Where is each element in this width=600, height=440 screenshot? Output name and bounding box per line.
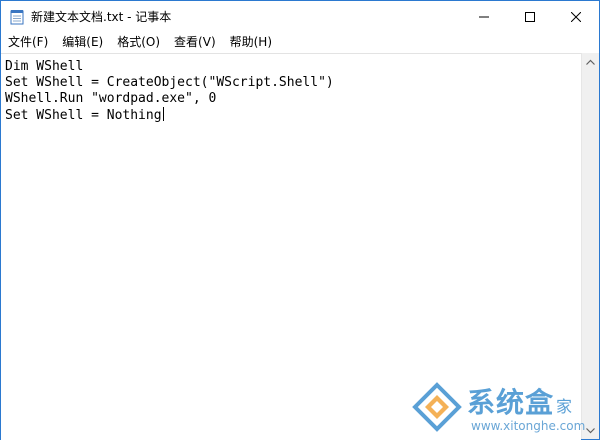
text-line: WShell.Run "wordpad.exe", 0 — [5, 91, 217, 106]
watermark-url: www.xitonghe.com — [471, 419, 586, 433]
notepad-window: 新建文本文档.txt - 记事本 文件(F) 编辑(E) 格式(O) 查看(V)… — [0, 0, 600, 440]
menu-help[interactable]: 帮助(H) — [223, 32, 279, 52]
watermark-suffix: 家 — [556, 397, 573, 416]
window-title: 新建文本文档.txt - 记事本 — [31, 10, 172, 24]
watermark-text-group: 系统盒 家 — [467, 381, 572, 421]
chevron-up-icon — [586, 59, 595, 65]
maximize-button[interactable] — [507, 1, 553, 32]
minimize-button[interactable] — [461, 1, 507, 32]
watermark-logo-icon — [412, 382, 462, 432]
text-line: Dim WShell — [5, 59, 84, 74]
minimize-icon — [479, 16, 489, 17]
title-bar[interactable]: 新建文本文档.txt - 记事本 — [1, 1, 599, 32]
watermark: 系统盒 家 www.xitonghe.com — [409, 377, 597, 437]
text-line-last: Set WShell = Nothing — [5, 107, 334, 123]
watermark-title: 系统盒 — [467, 386, 555, 419]
text-caret — [162, 107, 164, 121]
menu-view[interactable]: 查看(V) — [167, 32, 223, 52]
text-line: Set WShell = CreateObject("WScript.Shell… — [5, 75, 334, 90]
text-line: Set WShell = Nothing — [5, 108, 162, 123]
close-icon — [571, 11, 581, 22]
menu-file[interactable]: 文件(F) — [1, 32, 55, 52]
close-button[interactable] — [553, 1, 599, 32]
notepad-icon — [9, 9, 25, 25]
editor-content[interactable]: Dim WShell Set WShell = CreateObject("WS… — [5, 59, 334, 123]
menu-bar: 文件(F) 编辑(E) 格式(O) 查看(V) 帮助(H) — [1, 32, 599, 52]
maximize-icon — [525, 11, 535, 22]
scroll-up-button[interactable] — [582, 53, 599, 70]
menu-edit[interactable]: 编辑(E) — [55, 32, 110, 52]
window-controls — [461, 1, 599, 32]
menu-format[interactable]: 格式(O) — [110, 32, 167, 52]
